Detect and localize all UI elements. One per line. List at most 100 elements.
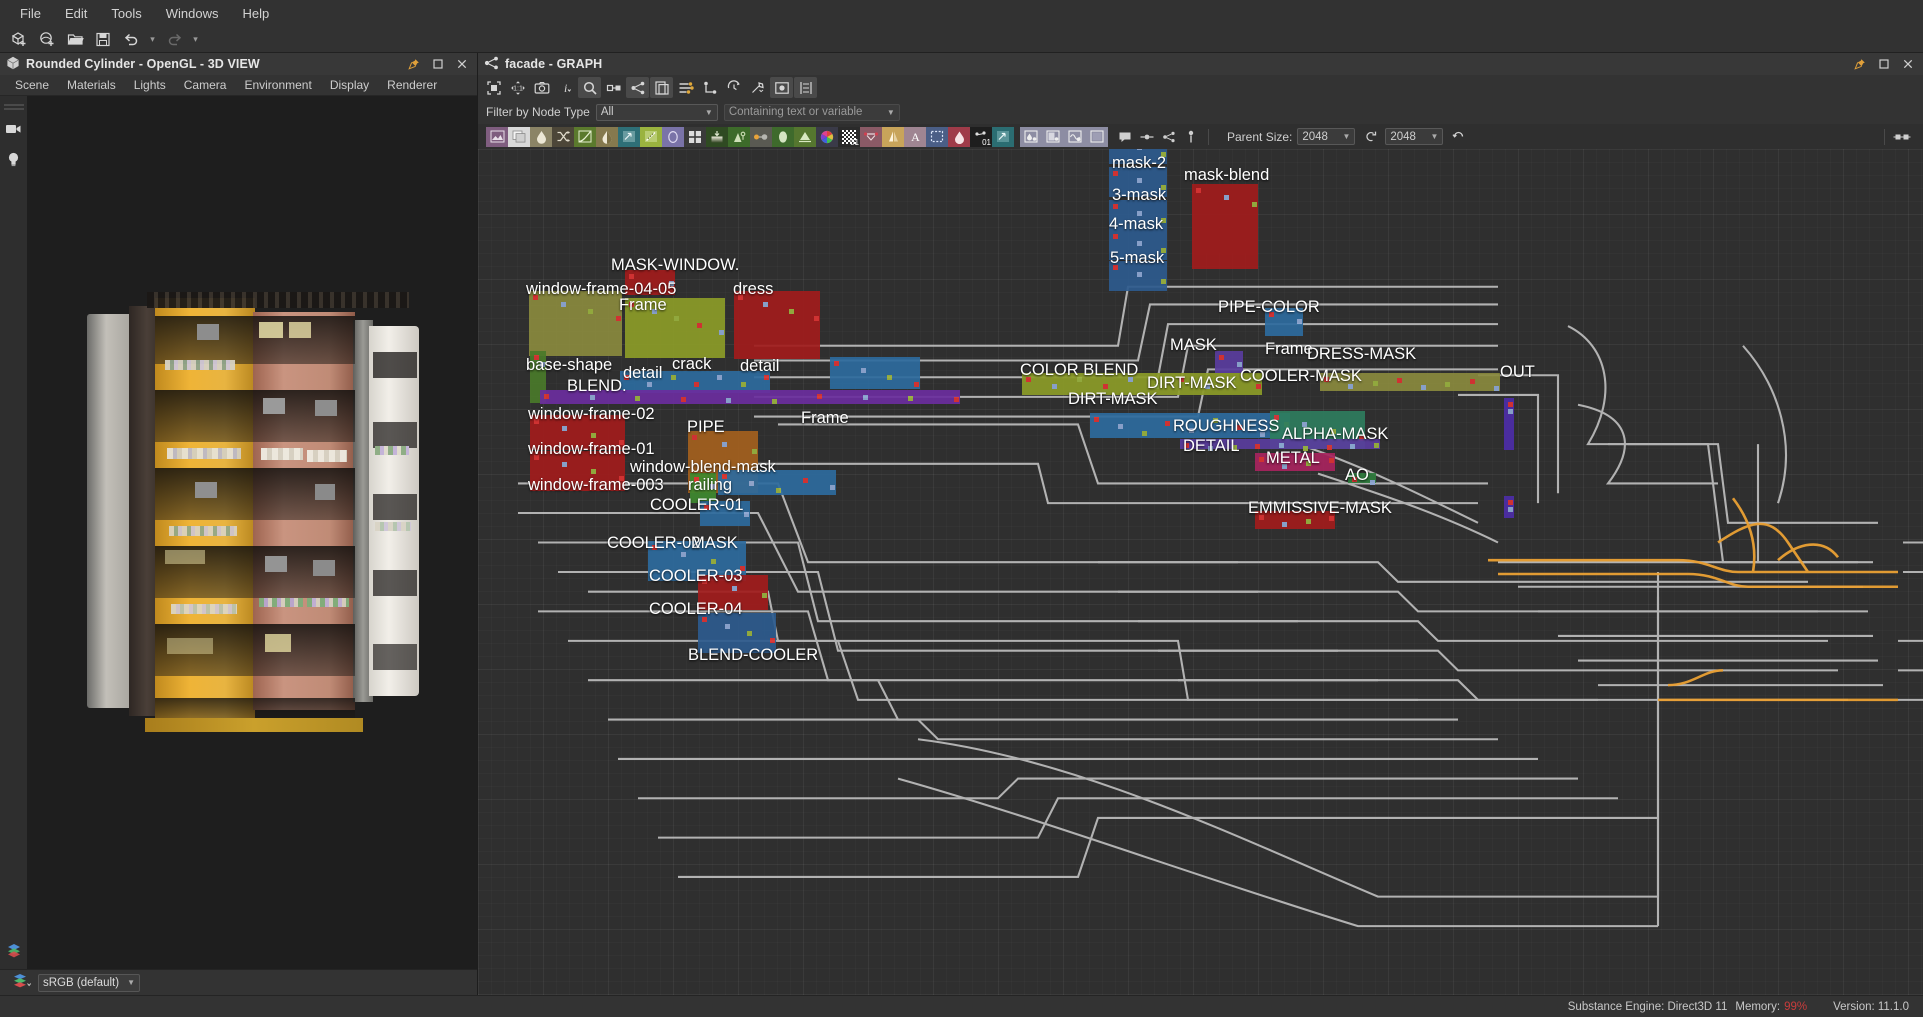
open-folder-icon[interactable] [62,29,88,51]
shape-icon[interactable] [772,127,794,147]
node-pin[interactable] [1137,178,1142,183]
node-pin[interactable] [722,442,727,447]
node-pin[interactable] [671,375,676,380]
node-pin[interactable] [1445,382,1450,387]
node-group-alpha-mask[interactable] [1180,439,1380,449]
node-pin[interactable] [1302,422,1307,427]
node-group-dress-mask[interactable] [1320,373,1500,391]
node-pin[interactable] [1237,362,1242,367]
node-pin[interactable] [726,398,731,403]
node-pin[interactable] [1224,195,1229,200]
node-pin[interactable] [863,395,868,400]
node-pin[interactable] [540,362,545,367]
node-pin[interactable] [1508,409,1513,414]
node-group-dirt-mask[interactable] [1090,413,1290,438]
duplicate-icon[interactable] [650,77,673,98]
node-group-window-frame-01[interactable] [530,451,625,491]
pyramid-icon[interactable] [794,127,816,147]
node-pin[interactable] [814,316,819,321]
height-icon[interactable] [706,127,728,147]
node-pin[interactable] [1113,234,1118,239]
navigate-icon[interactable] [1180,127,1202,147]
node-pin[interactable] [1154,384,1159,389]
node-group-window-frame-02[interactable] [530,415,625,450]
gradient-icon[interactable] [596,127,618,147]
node-pin[interactable] [1508,500,1513,505]
fill-icon[interactable] [948,127,970,147]
node-pin[interactable] [562,426,567,431]
node-pin[interactable] [1026,377,1031,382]
node-group-cooler-02[interactable] [700,501,750,526]
menu-environment[interactable]: Environment [235,76,320,94]
node-pin[interactable] [762,593,767,598]
new-graph-icon[interactable] [6,29,32,51]
node-pin[interactable] [744,512,749,517]
node-pin[interactable] [830,485,835,490]
preview-icon[interactable] [770,77,793,98]
svg-icon[interactable] [508,127,530,147]
screenshot-icon[interactable] [530,77,553,98]
node-pin[interactable] [629,302,634,307]
frame-icon[interactable] [794,77,817,98]
node-pin[interactable] [619,440,624,445]
node-pin[interactable] [624,375,629,380]
node-pin[interactable] [702,579,707,584]
input-color-icon[interactable] [1020,127,1042,147]
shuffle-icon[interactable] [552,127,574,147]
redo-icon[interactable] [161,29,187,51]
blur-icon[interactable] [530,127,552,147]
node-pin[interactable] [1279,443,1284,448]
node-pin[interactable] [533,295,538,300]
node-pin[interactable] [1259,515,1264,520]
node-pin[interactable] [1161,279,1166,284]
node-group-emissive-mask[interactable] [1255,511,1335,529]
node-pin[interactable] [1260,432,1265,437]
menu-tools[interactable]: Tools [99,2,153,25]
node-pin[interactable] [1237,425,1242,430]
node-pin[interactable] [544,394,549,399]
fit-view-icon[interactable] [482,77,505,98]
node-pin[interactable] [1137,149,1142,150]
node-pin[interactable] [1113,171,1118,176]
node-pin[interactable] [704,505,709,510]
node-pin[interactable] [1161,185,1166,190]
node-pin[interactable] [1329,458,1334,463]
node-pin[interactable] [652,545,657,550]
node-pin[interactable] [1470,379,1475,384]
node-pin[interactable] [669,281,674,286]
node-pin[interactable] [908,396,913,401]
split-view-icon[interactable] [1891,127,1913,147]
timer-icon[interactable] [722,77,745,98]
node-01-icon[interactable]: 01 [970,127,992,147]
node-pin[interactable] [1373,381,1378,386]
node-pin[interactable] [887,375,892,380]
node-pin[interactable] [764,375,769,380]
transform-2d-icon[interactable] [860,127,882,147]
node-pin[interactable] [1331,429,1336,434]
close-icon[interactable] [453,55,471,73]
node-pin[interactable] [1282,522,1287,527]
mirror-icon[interactable] [882,127,904,147]
input-gray-icon[interactable] [1042,127,1064,147]
menu-windows[interactable]: Windows [154,2,231,25]
node-pin[interactable] [1421,385,1426,390]
node-pin[interactable] [1205,384,1210,389]
node-pin[interactable] [1077,377,1082,382]
viewport-3d-canvas[interactable] [27,96,477,969]
node-group-dress-red[interactable] [734,291,820,359]
pin-icon[interactable] [1851,55,1869,73]
node-pin[interactable] [834,361,839,366]
node-pin[interactable] [702,617,707,622]
maximize-icon[interactable] [1875,55,1893,73]
node-group-blend-purple[interactable] [540,390,960,404]
node-pin[interactable] [717,375,722,380]
menu-renderer[interactable]: Renderer [378,76,446,94]
noise-01-icon[interactable]: 01 [838,127,860,147]
save-icon[interactable] [90,29,116,51]
light-icon[interactable] [3,148,25,170]
node-pin[interactable] [635,396,640,401]
node-pin[interactable] [562,462,567,467]
node-pin[interactable] [1350,444,1355,449]
node-pin[interactable] [954,397,959,402]
parent-size-height-dropdown[interactable]: 2048 ▼ [1385,128,1443,145]
